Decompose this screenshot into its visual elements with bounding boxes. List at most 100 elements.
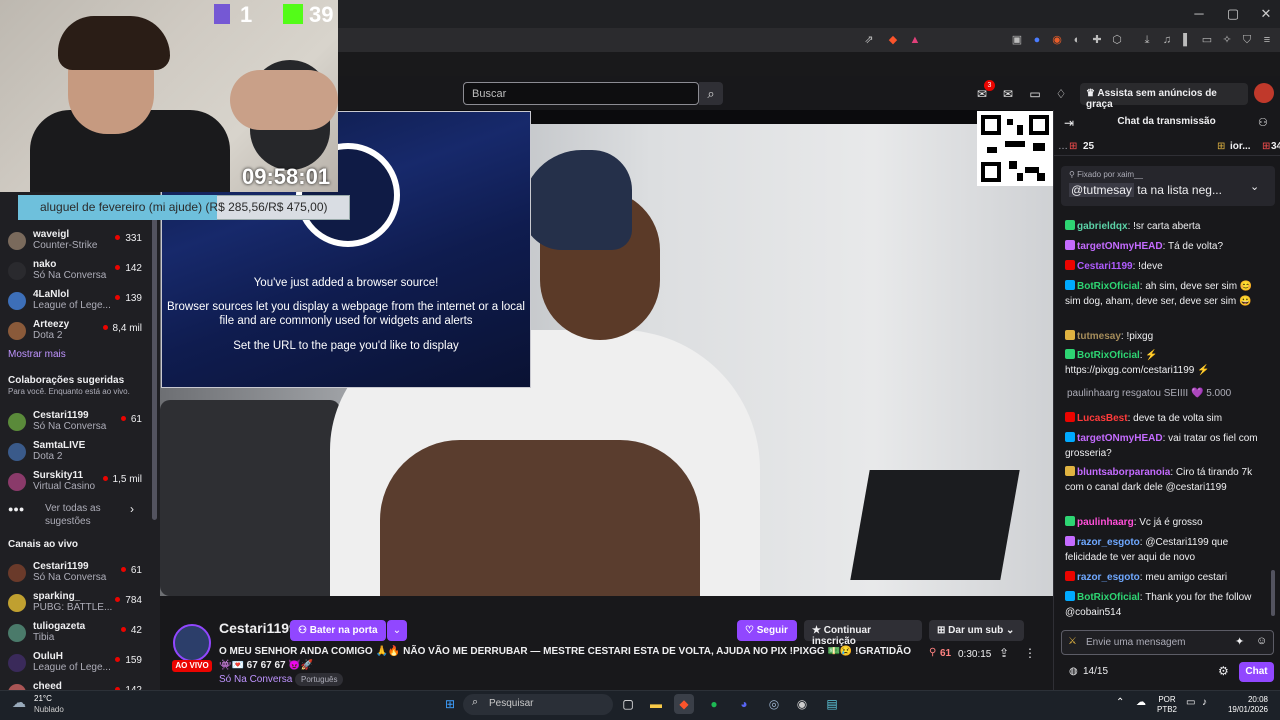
close-icon[interactable]: ✕ xyxy=(1255,4,1277,24)
sidebar-scrollbar[interactable] xyxy=(152,210,157,520)
channel-category: Só Na Conversa xyxy=(33,572,107,583)
sidebar-channel-item[interactable]: OuluH League of Lege... 159 xyxy=(0,651,152,681)
discord-icon[interactable]: ◕ xyxy=(734,694,754,714)
chat-username[interactable]: BotRixOficial xyxy=(1077,350,1140,361)
chat-scrollbar[interactable] xyxy=(1271,570,1275,616)
language-tag[interactable]: Português xyxy=(295,673,344,686)
chevron-down-icon[interactable]: ⌄ xyxy=(1250,180,1259,193)
brave-shield-icon[interactable]: ◆ xyxy=(886,33,900,47)
share-icon[interactable]: ⇪ xyxy=(999,646,1009,660)
puzzle-icon[interactable]: ✚ xyxy=(1090,33,1104,47)
steam-icon[interactable]: ◎ xyxy=(764,694,784,714)
chat-send-button[interactable]: Chat xyxy=(1239,662,1274,682)
chevron-up-icon[interactable]: ⌃ xyxy=(1116,697,1124,708)
onedrive-icon[interactable]: ☁ xyxy=(1136,697,1146,708)
prime-icon[interactable]: ♢ xyxy=(1053,86,1069,102)
sidebar-channel-item[interactable]: Surskity11 Virtual Casino 1,5 mil xyxy=(0,470,152,500)
ai-icon[interactable]: ✧ xyxy=(1220,33,1234,47)
extension-icon[interactable]: ▣ xyxy=(1010,33,1024,47)
inbox-icon[interactable]: ✉ xyxy=(1000,86,1016,102)
spotify-icon[interactable]: ● xyxy=(704,694,724,714)
media-icon[interactable]: ♫ xyxy=(1160,33,1174,47)
settings-icon[interactable]: ⚙ xyxy=(1218,664,1229,678)
keyboard-language[interactable]: POR PTB2 xyxy=(1157,695,1177,715)
sidebar-channel-item[interactable]: sparking_ PUBG: BATTLE... 784 xyxy=(0,591,152,621)
sidebar-toggle-icon[interactable]: ▌ xyxy=(1180,33,1194,47)
file-explorer-icon[interactable]: ▬ xyxy=(646,694,666,714)
task-view-icon[interactable]: ▢ xyxy=(618,694,638,714)
sidebar-channel-item[interactable]: Cestari1199 Só Na Conversa 61 xyxy=(0,561,152,591)
channel-points[interactable]: 14/15 xyxy=(1083,666,1108,677)
notepad-icon[interactable]: ▤ xyxy=(822,694,842,714)
rewards-icon[interactable]: ▲ xyxy=(908,33,922,47)
bits-icon[interactable]: ✦ xyxy=(1235,635,1244,648)
chat-username[interactable]: BotRixOficial xyxy=(1077,592,1140,603)
chevron-down-icon[interactable]: ⌄ xyxy=(387,620,407,641)
maximize-icon[interactable]: ▢ xyxy=(1222,4,1244,24)
viewer-count: 159 xyxy=(115,655,142,666)
weather-icon[interactable]: ☁ xyxy=(12,694,26,711)
extension-icon[interactable]: ● xyxy=(1030,33,1044,47)
chat-username[interactable]: targetONmyHEAD xyxy=(1077,433,1163,444)
chat-username[interactable]: targetONmyHEAD xyxy=(1077,241,1163,252)
weather-condition[interactable]: Nublado xyxy=(34,705,64,714)
stream-category[interactable]: Só Na Conversa xyxy=(219,674,292,685)
extension-icon[interactable]: ⬡ xyxy=(1110,33,1124,47)
ad-free-button[interactable]: ♛ Assista sem anúncios de graça xyxy=(1080,83,1248,110)
more-options-icon[interactable]: ⋮ xyxy=(1024,646,1036,660)
chat-username[interactable]: paulinhaarg xyxy=(1077,517,1134,528)
download-icon[interactable]: ⤓ xyxy=(1140,33,1154,47)
see-all-suggestions-button[interactable]: ●●● Ver todas as sugestões › xyxy=(8,500,148,528)
follow-button[interactable]: ♡ Seguir xyxy=(737,620,797,641)
date: 19/01/2026 xyxy=(1227,705,1268,714)
channel-avatar[interactable] xyxy=(173,624,211,662)
minimize-icon[interactable]: ─ xyxy=(1188,4,1210,24)
chat-username[interactable]: bluntsaborparanoia xyxy=(1077,467,1170,478)
show-more-link[interactable]: Mostrar mais xyxy=(8,349,66,360)
clock[interactable]: 20:08 19/01/2026 xyxy=(1222,695,1268,715)
extension-icon[interactable]: ◐ xyxy=(1070,33,1084,47)
chat-username[interactable]: razor_esgoto xyxy=(1077,572,1140,583)
chat-message: bluntsaborparanoia: Ciro tá tirando 7k c… xyxy=(1065,466,1265,495)
sidebar-channel-item[interactable]: waveigl Counter-Strike 331 xyxy=(0,229,152,259)
network-icon[interactable]: ▭ xyxy=(1186,697,1195,708)
menu-icon[interactable]: ≡ xyxy=(1260,33,1274,47)
chat-username[interactable]: razor_esgoto xyxy=(1077,537,1140,548)
sidebar-channel-item[interactable]: tuliogazeta Tibia 42 xyxy=(0,621,152,651)
channel-name[interactable]: Cestari1199 xyxy=(219,620,297,636)
brave-browser-icon[interactable]: ◆ xyxy=(674,694,694,714)
obs-taskbar-icon[interactable]: ◉ xyxy=(792,694,812,714)
weather-temperature[interactable]: 21°C xyxy=(34,694,52,703)
chat-username[interactable]: tutmesay xyxy=(1077,331,1121,342)
continue-subscription-button[interactable]: ★ Continuar inscrição xyxy=(804,620,922,647)
vpn-icon[interactable]: ⛉ xyxy=(1240,33,1254,47)
sidebar-channel-item[interactable]: Arteezy Dota 2 8,4 mil xyxy=(0,319,152,349)
search-input[interactable]: Buscar xyxy=(463,82,699,105)
extension-icon[interactable]: ◉ xyxy=(1050,33,1064,47)
start-icon[interactable]: ⊞ xyxy=(440,694,460,714)
screenshot-icon[interactable]: ▭ xyxy=(1200,33,1214,47)
sidebar-channel-item[interactable]: Cestari1199 Só Na Conversa 61 xyxy=(0,410,152,440)
sidebar-channel-item[interactable]: 4LaNlol League of Lege... 139 xyxy=(0,289,152,319)
chat-username[interactable]: BotRixOficial xyxy=(1077,281,1140,292)
emote-icon[interactable]: ☺ xyxy=(1256,635,1267,647)
search-icon[interactable]: ⌕ xyxy=(699,82,723,105)
share-icon[interactable]: ⇗ xyxy=(862,33,876,47)
badge-icon xyxy=(1065,280,1075,290)
channel-avatar xyxy=(8,443,26,461)
volume-icon[interactable]: ♪ xyxy=(1202,697,1207,708)
whispers-icon[interactable]: ▭ xyxy=(1027,86,1043,102)
channel-points-icon[interactable]: ◍ xyxy=(1069,666,1078,677)
chat-username[interactable]: LucasBest xyxy=(1077,413,1128,424)
channel-avatar xyxy=(8,292,26,310)
knock-button[interactable]: ⚇ Bater na porta xyxy=(290,620,386,641)
chat-username[interactable]: gabrieldqx xyxy=(1077,221,1128,232)
sidebar-channel-item[interactable]: SamtaLIVE Dota 2 xyxy=(0,440,152,470)
users-icon[interactable]: ⚇ xyxy=(1258,116,1268,129)
sidebar-channel-item[interactable]: nako Só Na Conversa 142 xyxy=(0,259,152,289)
chat-message: BotRixOficial: Thank you for the follow … xyxy=(1065,591,1265,620)
gift-sub-button[interactable]: ⊞ Dar um sub ⌄ xyxy=(929,620,1024,641)
user-avatar[interactable] xyxy=(1254,83,1274,103)
taskbar-search[interactable]: Pesquisar xyxy=(463,694,613,715)
chat-username[interactable]: Cestari1199 xyxy=(1077,261,1133,272)
